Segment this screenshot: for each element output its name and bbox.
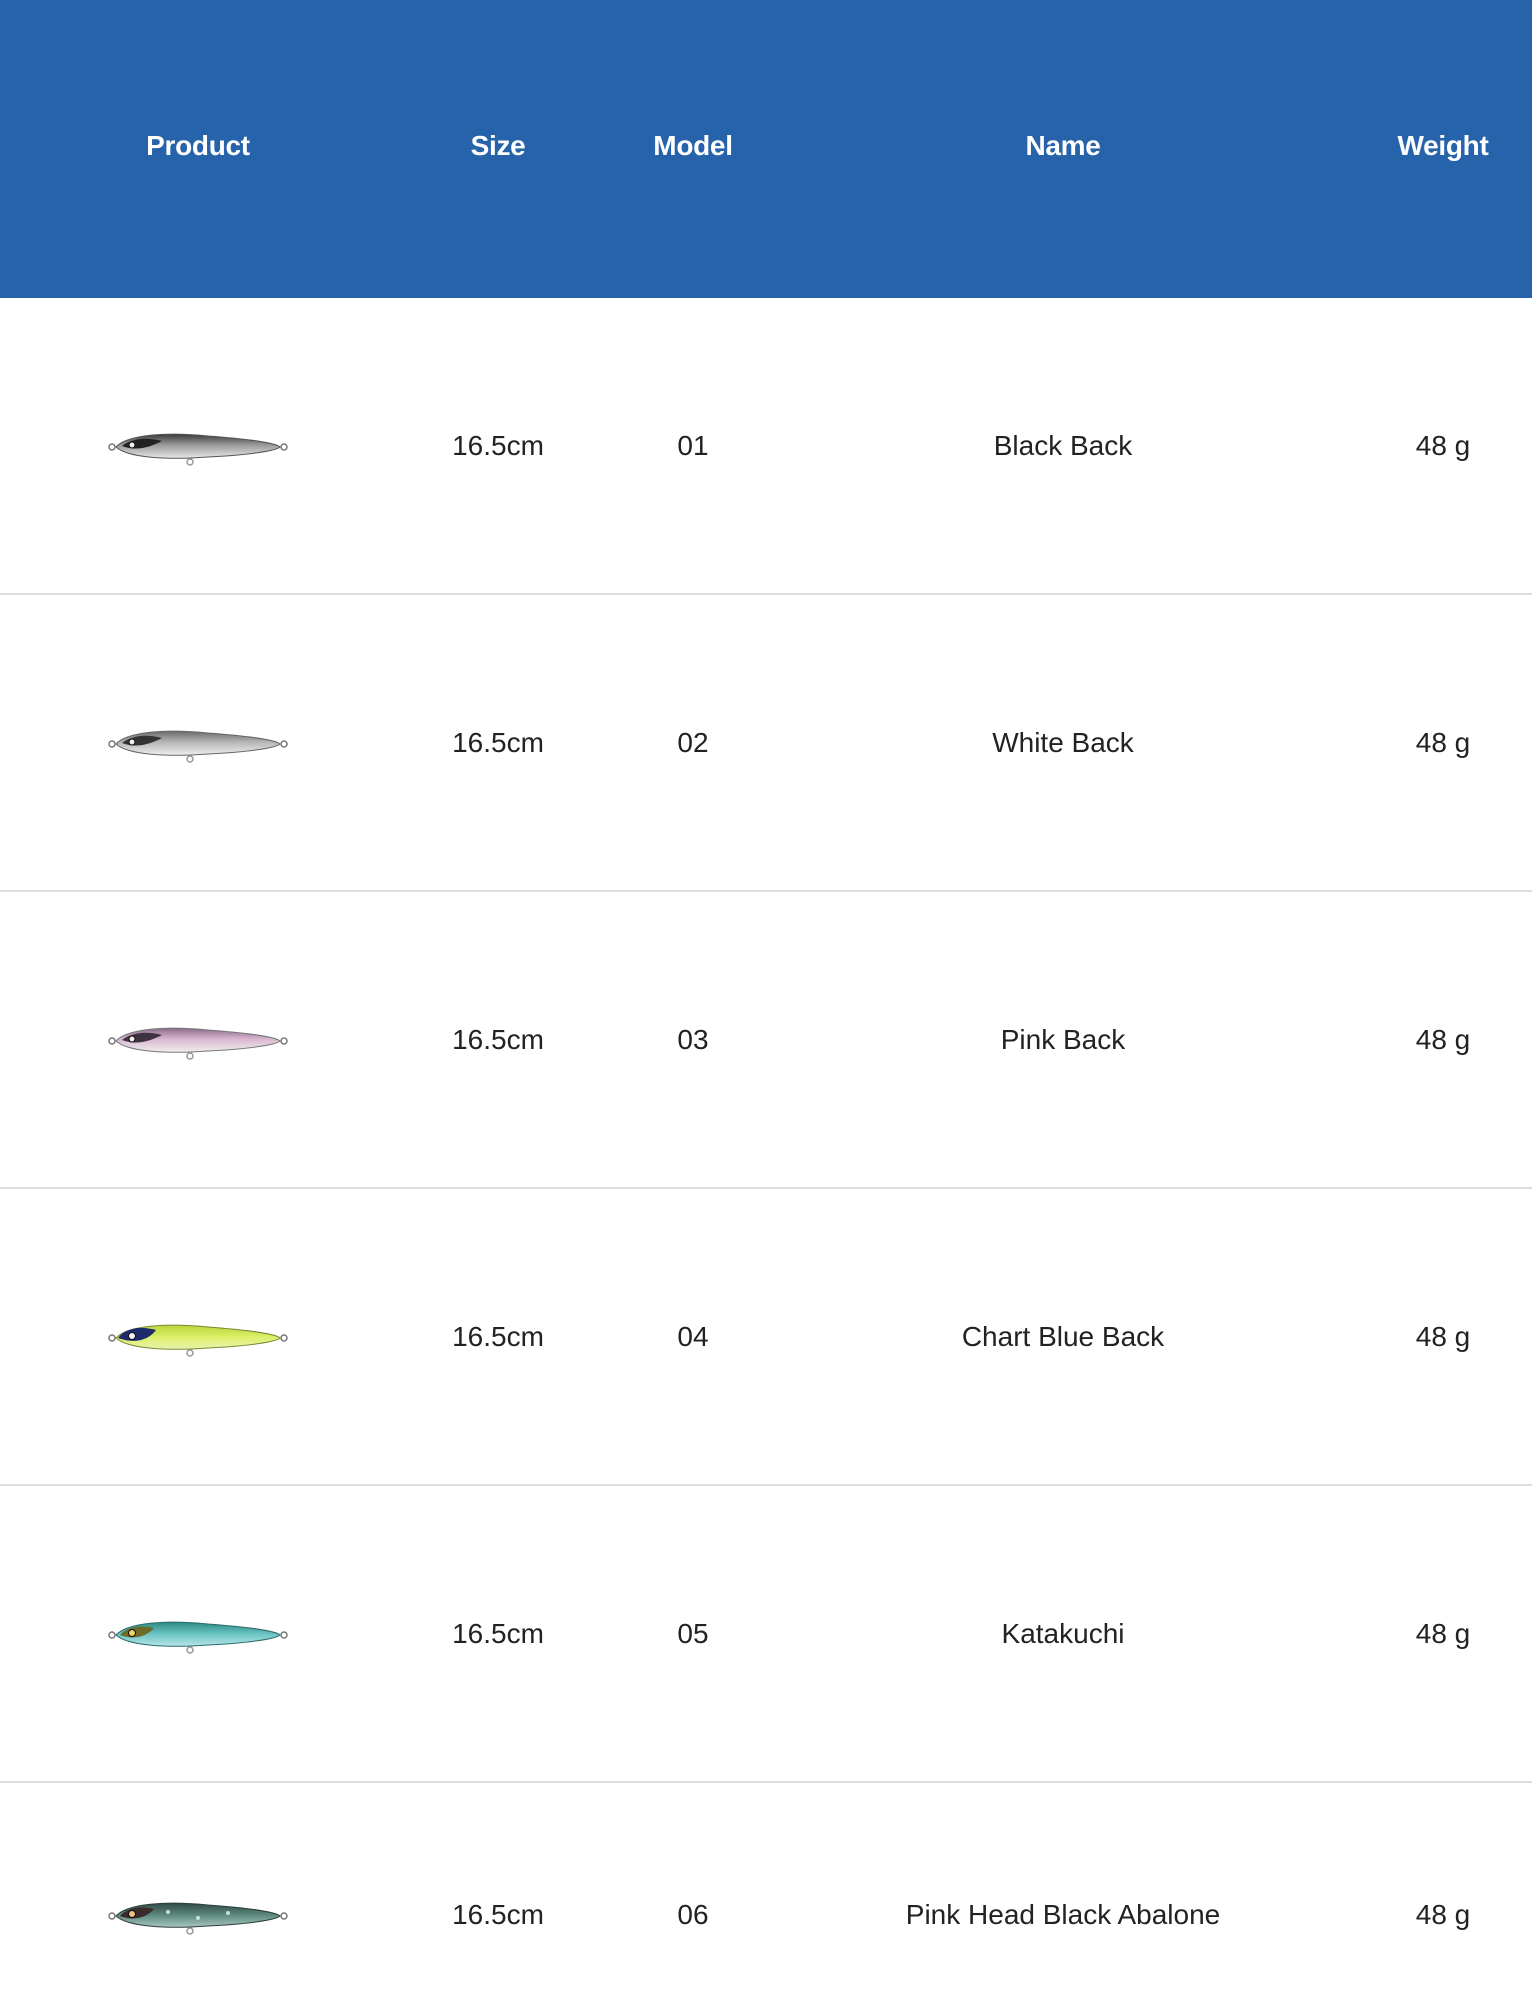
name-cell: Katakuchi <box>1001 1618 1125 1649</box>
name-cell: Chart Blue Back <box>961 1321 1165 1352</box>
name-cell: White Back <box>992 727 1134 758</box>
size-cell: 16.5cm <box>452 430 544 461</box>
weight-cell: 48 g <box>1415 1899 1471 1930</box>
table-row: 16.5cm 04 Chart Blue Back 48 g <box>0 1189 1532 1486</box>
model-cell: 04 <box>677 1321 709 1352</box>
header-size: Size <box>470 130 526 161</box>
product-table: Product Size Model Name Weight 16.5cm 01… <box>0 0 1532 1997</box>
model-cell: 03 <box>677 1024 709 1055</box>
table-row: 16.5cm 01 Black Back 48 g <box>0 298 1532 595</box>
lure-katakuchi-image <box>108 1621 288 1654</box>
table-header: Product Size Model Name Weight <box>0 0 1532 298</box>
header-model: Model <box>653 130 733 161</box>
header-name: Name <box>1025 130 1101 161</box>
lure-chart-blue-back-image <box>108 1324 288 1357</box>
table-row: 16.5cm 05 Katakuchi 48 g <box>0 1486 1532 1783</box>
model-cell: 05 <box>677 1618 709 1649</box>
lure-white-back-image <box>108 730 288 763</box>
weight-cell: 48 g <box>1415 1618 1471 1649</box>
header-product: Product <box>146 130 250 161</box>
weight-cell: 48 g <box>1415 1321 1471 1352</box>
size-cell: 16.5cm <box>452 1321 544 1352</box>
weight-cell: 48 g <box>1415 430 1471 461</box>
size-cell: 16.5cm <box>452 1024 544 1055</box>
lure-pink-head-black-abalone-image <box>108 1902 288 1935</box>
name-cell: Black Back <box>993 430 1133 461</box>
lure-black-back-image <box>108 433 288 466</box>
model-cell: 02 <box>677 727 709 758</box>
table-row: 16.5cm 02 White Back 48 g <box>0 595 1532 892</box>
size-cell: 16.5cm <box>452 1899 544 1930</box>
size-cell: 16.5cm <box>452 727 544 758</box>
lure-pink-back-image <box>108 1027 288 1060</box>
size-cell: 16.5cm <box>452 1618 544 1649</box>
header-weight: Weight <box>1397 130 1489 161</box>
table-row: 16.5cm 06 Pink Head Black Abalone 48 g <box>0 1783 1532 1997</box>
weight-cell: 48 g <box>1415 727 1471 758</box>
table-row: 16.5cm 03 Pink Back 48 g <box>0 892 1532 1189</box>
model-cell: 06 <box>677 1899 709 1930</box>
weight-cell: 48 g <box>1415 1024 1471 1055</box>
model-cell: 01 <box>677 430 709 461</box>
name-cell: Pink Back <box>1000 1024 1126 1055</box>
name-cell: Pink Head Black Abalone <box>905 1899 1221 1930</box>
